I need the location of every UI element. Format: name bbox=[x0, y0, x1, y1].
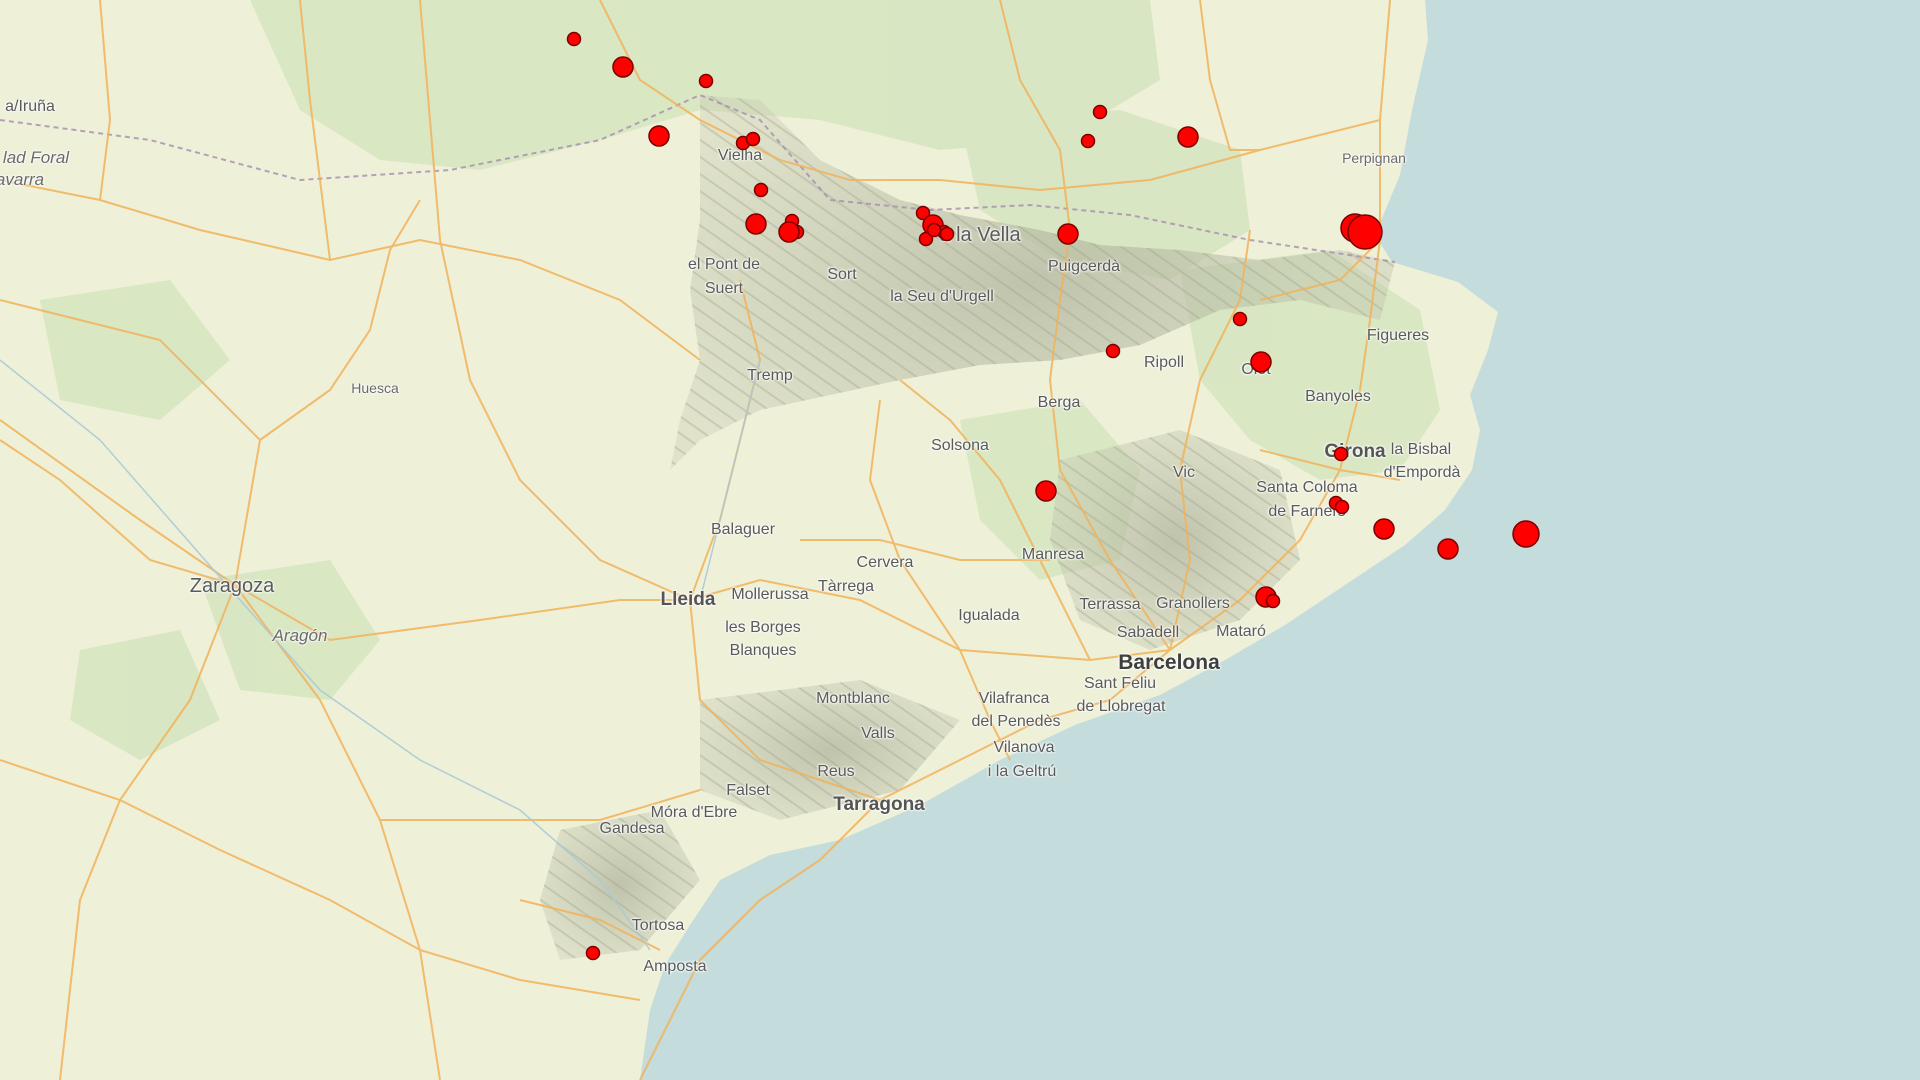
earthquake-marker[interactable] bbox=[1437, 538, 1459, 560]
earthquake-marker[interactable] bbox=[778, 221, 800, 243]
earthquake-marker[interactable] bbox=[1177, 126, 1199, 148]
earthquake-marker[interactable] bbox=[566, 31, 582, 47]
earthquake-marker[interactable] bbox=[1265, 593, 1281, 609]
earthquake-marker[interactable] bbox=[753, 182, 769, 198]
earthquake-marker[interactable] bbox=[1105, 343, 1121, 359]
earthquake-marker[interactable] bbox=[1035, 480, 1057, 502]
earthquake-marker[interactable] bbox=[939, 226, 955, 242]
earthquake-marker[interactable] bbox=[1250, 351, 1272, 373]
earthquake-marker[interactable] bbox=[745, 131, 761, 147]
earthquake-marker[interactable] bbox=[1092, 104, 1108, 120]
earthquake-marker[interactable] bbox=[1347, 214, 1383, 250]
earthquake-marker[interactable] bbox=[1057, 223, 1079, 245]
earthquake-marker[interactable] bbox=[745, 213, 767, 235]
earthquake-marker[interactable] bbox=[698, 73, 714, 89]
earthquake-marker[interactable] bbox=[612, 56, 634, 78]
earthquake-marker[interactable] bbox=[585, 945, 601, 961]
earthquake-marker[interactable] bbox=[926, 222, 942, 238]
earthquake-marker[interactable] bbox=[1334, 499, 1350, 515]
earthquake-marker[interactable] bbox=[1373, 518, 1395, 540]
earthquake-marker[interactable] bbox=[1512, 520, 1540, 548]
earthquake-marker[interactable] bbox=[1080, 133, 1096, 149]
earthquake-markers bbox=[566, 31, 1540, 961]
earthquake-marker[interactable] bbox=[1333, 446, 1349, 462]
earthquake-marker[interactable] bbox=[1232, 311, 1248, 327]
map-view[interactable]: a/Iruña lad Foral avarra Vielha el Pont … bbox=[0, 0, 1920, 1080]
earthquake-marker[interactable] bbox=[648, 125, 670, 147]
